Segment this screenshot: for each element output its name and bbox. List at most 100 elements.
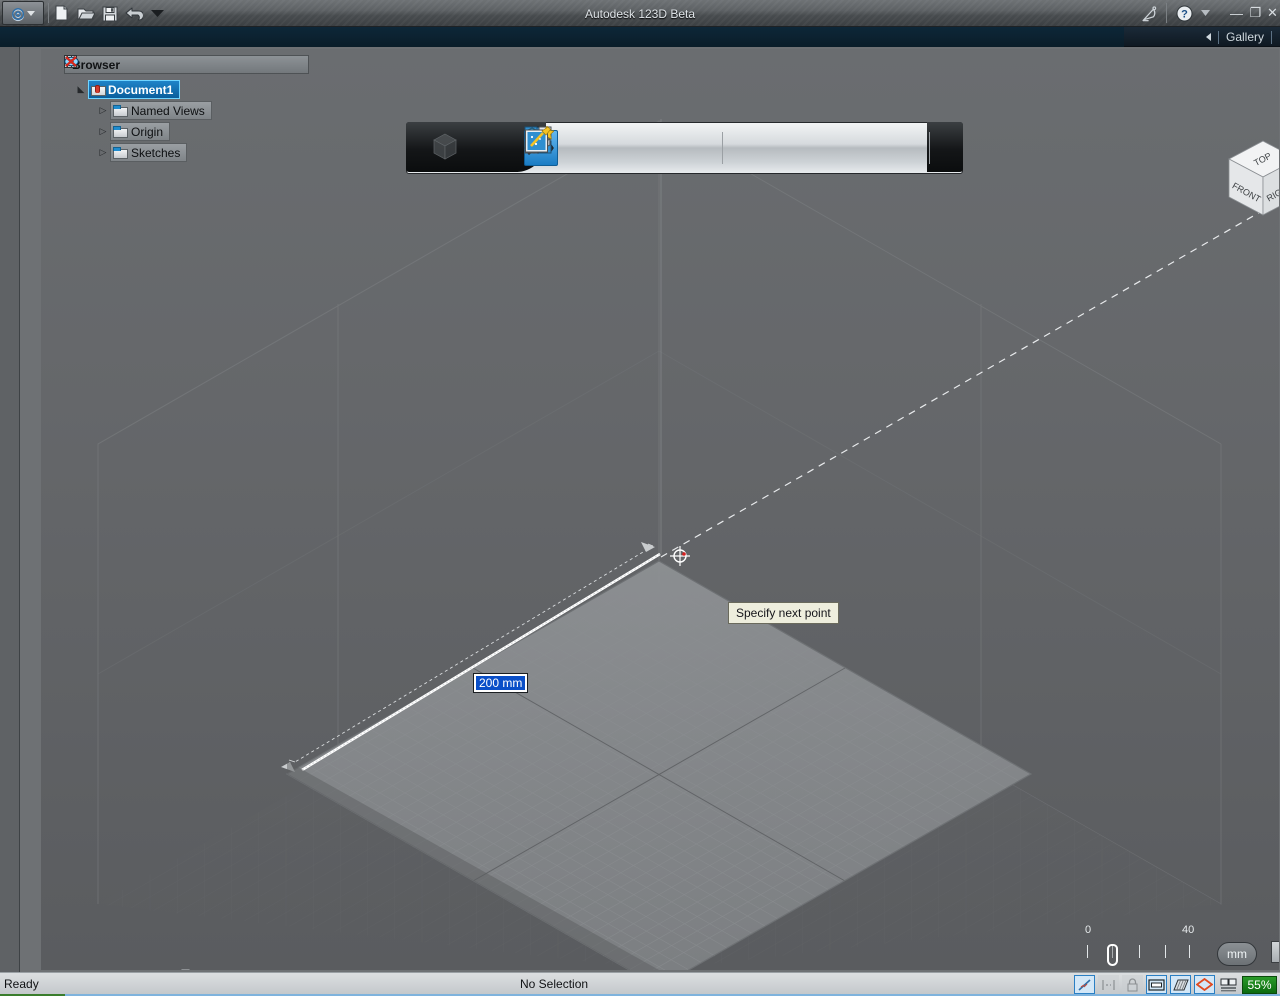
tree-expander-sketches[interactable]: ▷ bbox=[96, 147, 110, 158]
sidebar-item-document1[interactable]: Document1 bbox=[64, 56, 181, 99]
document-area: — ❐ ✕ bbox=[0, 47, 1280, 972]
main-toolbar: 2D bbox=[406, 122, 963, 174]
tool-pattern[interactable] bbox=[526, 128, 714, 166]
chevron-down-icon bbox=[1201, 10, 1210, 16]
window-minimize-button[interactable]: — bbox=[1228, 4, 1245, 22]
viewport-3d[interactable]: Browser ◣ Document1 ▷ Named Views ▷ Orig… bbox=[41, 49, 1279, 970]
tree-row-named-views[interactable]: ▷ Named Views bbox=[64, 100, 309, 121]
browser-close-button[interactable] bbox=[65, 56, 304, 72]
sidebar-item-label: Document1 bbox=[108, 82, 174, 97]
magic-wand-icon bbox=[525, 126, 551, 153]
grid-scale-tick bbox=[1087, 945, 1088, 958]
tree-expander-document1[interactable]: ◣ bbox=[74, 84, 88, 95]
toolbar-left-cap bbox=[406, 122, 546, 172]
tool-2d-drawing[interactable]: 2D bbox=[525, 126, 882, 166]
window-close-button[interactable]: ✕ bbox=[1264, 4, 1280, 22]
tree-expander-named-views[interactable]: ▷ bbox=[96, 105, 110, 116]
tool-combine[interactable] bbox=[525, 127, 765, 166]
status-sketch-snap[interactable] bbox=[1074, 975, 1095, 994]
sidebar-item-label: Sketches bbox=[131, 145, 181, 160]
toolbar-items: 2D bbox=[524, 126, 933, 170]
browser-panel-header: Browser bbox=[64, 55, 309, 74]
sidebar-item-sketches[interactable]: Sketches bbox=[110, 143, 188, 162]
help-button[interactable]: ? bbox=[1175, 4, 1194, 23]
dimension-input-value[interactable]: 200 mm bbox=[476, 676, 526, 690]
grid-scale-tick bbox=[1165, 945, 1166, 958]
browser-header-buttons bbox=[64, 55, 308, 72]
grid-scale-slider-handle[interactable] bbox=[1107, 944, 1118, 966]
sidebar-item-origin[interactable]: Origin bbox=[65, 56, 171, 141]
status-dimension[interactable] bbox=[1098, 975, 1119, 994]
connect-status-icon[interactable] bbox=[1141, 4, 1160, 23]
grid-scale-max-label: 40 bbox=[1182, 924, 1195, 936]
folder-icon bbox=[113, 146, 128, 159]
gallery-label: Gallery bbox=[1225, 30, 1264, 44]
tool-assembly[interactable] bbox=[524, 127, 843, 166]
status-lock[interactable] bbox=[1122, 975, 1143, 994]
svg-text:?: ? bbox=[1181, 9, 1188, 21]
grid-scale-tick bbox=[1189, 945, 1190, 958]
browser-panel: Browser ◣ Document1 ▷ Named Views ▷ Orig… bbox=[64, 55, 309, 163]
browser-filter-button[interactable] bbox=[64, 55, 264, 72]
padlock-icon bbox=[1127, 977, 1138, 991]
tool-grouping[interactable] bbox=[524, 126, 804, 166]
sidebar-item-label: Named Views bbox=[131, 103, 205, 118]
folder-icon bbox=[113, 125, 128, 138]
document-window: — ❐ ✕ bbox=[19, 47, 1280, 972]
gallery-bar: Gallery bbox=[0, 27, 1280, 47]
red-x-hidden-icon bbox=[65, 56, 77, 67]
crosshair-snap-icon bbox=[670, 546, 690, 566]
status-progress-percent: 55% bbox=[1242, 975, 1277, 994]
sidebar-item-named-views[interactable]: Named Views bbox=[110, 101, 212, 120]
browser-title: Browser bbox=[72, 57, 121, 72]
gallery-tab[interactable]: Gallery bbox=[1198, 27, 1280, 47]
grid-scale-widget[interactable]: 0 40 10 mm 10 bbox=[1077, 919, 1279, 970]
help-question-icon: ? bbox=[1176, 5, 1193, 22]
stacked-windows-icon bbox=[1220, 978, 1237, 991]
toolbar-divider bbox=[722, 132, 723, 164]
grid-scale-min-label: 0 bbox=[1085, 924, 1092, 936]
viewport-scroll-marker[interactable] bbox=[181, 969, 190, 970]
grid-plane-icon bbox=[1172, 979, 1189, 990]
canvas-tooltip: Specify next point bbox=[728, 602, 839, 624]
toolbar-divider-2 bbox=[929, 132, 930, 164]
tool-primitives[interactable] bbox=[525, 127, 597, 166]
status-constraint-loop[interactable] bbox=[1194, 975, 1215, 994]
tool-modify[interactable] bbox=[524, 126, 675, 166]
window-maximize-button[interactable]: ❐ bbox=[1247, 4, 1264, 22]
measure-window-icon bbox=[1148, 978, 1165, 991]
page-title: Autodesk 123D Beta bbox=[584, 6, 696, 21]
tree-row-sketches[interactable]: ▷ Sketches bbox=[64, 142, 309, 163]
grid-snap-value[interactable]: 10 bbox=[1271, 941, 1279, 963]
status-measure[interactable] bbox=[1146, 975, 1167, 994]
chevron-left-icon[interactable] bbox=[1205, 33, 1211, 41]
status-display-mode[interactable] bbox=[1218, 975, 1239, 994]
status-toggles: 55% bbox=[1074, 975, 1277, 994]
status-selection: No Selection bbox=[520, 977, 589, 991]
document-pin-icon bbox=[91, 84, 106, 96]
tool-smart-effects[interactable] bbox=[525, 126, 921, 166]
toolbar-separator-2 bbox=[1166, 3, 1167, 23]
gallery-divider bbox=[1217, 30, 1219, 44]
tree-row-origin[interactable]: ▷ Origin bbox=[64, 56, 309, 142]
tree-row-document1[interactable]: ◣ Document1 bbox=[64, 56, 309, 100]
folder-icon bbox=[113, 104, 128, 117]
view-cube[interactable]: TOP FRONT RIGHT bbox=[1217, 135, 1279, 227]
sketch-line-icon bbox=[1078, 978, 1091, 991]
status-message: Ready bbox=[4, 977, 39, 991]
sidebar-item-label: Origin bbox=[131, 124, 164, 139]
browser-dock-button[interactable] bbox=[67, 55, 284, 72]
viewport-scene bbox=[97, 119, 1279, 970]
satellite-dish-icon bbox=[1141, 5, 1157, 21]
dimension-extents-icon bbox=[1102, 979, 1115, 990]
tree-expander-origin[interactable]: ▷ bbox=[96, 126, 110, 137]
dimension-input[interactable]: 200 mm bbox=[473, 673, 529, 693]
grid-scale-unit[interactable]: mm bbox=[1217, 942, 1257, 966]
tool-construct[interactable] bbox=[526, 126, 636, 166]
gallery-divider-2 bbox=[1271, 30, 1272, 44]
application-title-bar: ◎ Autodesk 123D Beta ? — ❐ ✕ bbox=[0, 0, 1280, 27]
help-dropdown-button[interactable] bbox=[1196, 4, 1215, 23]
status-grid-plane[interactable] bbox=[1170, 975, 1191, 994]
browser-tree: ◣ Document1 ▷ Named Views ▷ Origin ▷ Ske… bbox=[64, 56, 309, 163]
gallery-bar-left bbox=[0, 27, 1124, 47]
